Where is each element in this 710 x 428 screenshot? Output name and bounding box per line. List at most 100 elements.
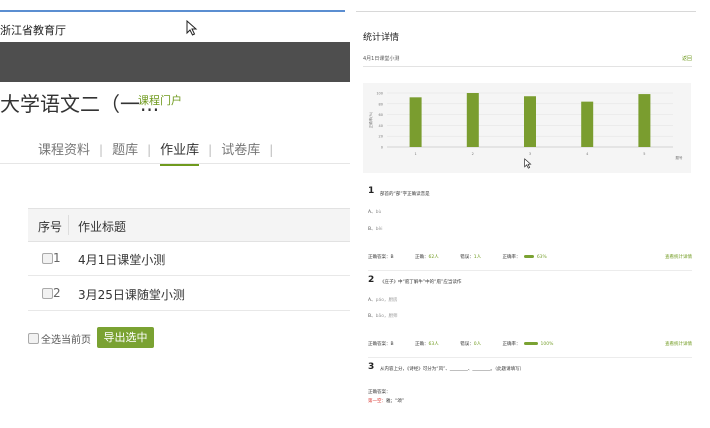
option-a: A、bù bbox=[368, 209, 381, 215]
rate-label: 正确率： bbox=[502, 342, 521, 347]
x-tick-label: 5 bbox=[643, 152, 645, 156]
y-axis-label: 正确率(%) bbox=[368, 111, 373, 128]
correct-count: 63人 bbox=[428, 342, 439, 347]
column-divider bbox=[68, 215, 69, 235]
bar bbox=[409, 97, 422, 147]
correct-label: 正确： bbox=[415, 255, 429, 260]
blank-answer-text: 雅；“颂” bbox=[386, 399, 405, 404]
bar bbox=[524, 96, 536, 147]
page-title: 统计详情 bbox=[363, 33, 400, 43]
x-tick-label: 2 bbox=[472, 152, 474, 156]
y-tick-label: 20 bbox=[379, 135, 383, 139]
select-page-checkbox[interactable] bbox=[28, 333, 39, 344]
bar bbox=[466, 93, 479, 147]
statistics-detail-panel: 统计详情 4月1日课堂小测 返回 0 20 40 60 80 100 正确率(%) 1 2 3 4 5… bbox=[356, 0, 710, 428]
option-text: páo，厨房 bbox=[375, 298, 398, 303]
row-index: 1 bbox=[53, 251, 61, 265]
browser-top-line bbox=[0, 10, 345, 12]
wrong-label: 错误： bbox=[460, 255, 474, 260]
blank-label: 第一空： bbox=[368, 399, 386, 404]
select-page-label: 全选当前页 bbox=[41, 335, 91, 346]
correct-count: 62人 bbox=[428, 255, 439, 260]
option-a: A、páo，厨房 bbox=[368, 297, 397, 303]
tab-separator: | bbox=[99, 143, 104, 157]
correct-answer-label: 正确答案： bbox=[368, 390, 391, 395]
option-text: bèi bbox=[375, 227, 383, 232]
correct-label: 正确： bbox=[415, 342, 429, 347]
option-text: bù bbox=[375, 210, 382, 215]
organization-name: 浙江省教育厅 bbox=[0, 24, 66, 37]
x-axis-label: 题号 bbox=[676, 155, 684, 160]
table-row: 2 3月25日课随堂小测 bbox=[28, 276, 350, 311]
bar bbox=[581, 101, 594, 147]
rate-progress-bar bbox=[523, 342, 538, 345]
question-divider bbox=[368, 357, 692, 358]
tab-course-materials[interactable]: 课程资料 bbox=[38, 139, 90, 158]
y-tick-label: 0 bbox=[381, 146, 383, 150]
column-header-title: 作业标题 bbox=[78, 220, 127, 234]
library-tabs: 课程资料 | 题库 | 作业库 | 试卷库 | bbox=[38, 139, 282, 166]
table-header: 序号 作业标题 bbox=[28, 208, 350, 242]
x-tick-label: 3 bbox=[529, 152, 531, 156]
question-text: 从内容上分，《诗经》可分为“风”、________、________。（此题请填… bbox=[380, 367, 525, 372]
option-letter: A、 bbox=[368, 210, 376, 215]
tabs-divider bbox=[0, 163, 350, 164]
question-number: 3 bbox=[368, 362, 375, 372]
tab-homework-library[interactable]: 作业库 bbox=[160, 139, 200, 166]
bar bbox=[638, 94, 651, 147]
x-tick-label: 1 bbox=[414, 152, 416, 156]
question-divider bbox=[368, 270, 692, 271]
wrong-label: 错误： bbox=[460, 342, 474, 347]
wrong-count: 1人 bbox=[473, 255, 482, 260]
y-tick-label: 80 bbox=[379, 102, 383, 106]
table-row: 1 4月1日课堂小测 bbox=[28, 241, 350, 276]
tab-question-bank[interactable]: 题库 bbox=[112, 139, 138, 158]
homework-library-panel: 浙江省教育厅 大学语文二（一... 课程门户 课程资料 | 题库 | 作业库 | 试卷库 | … bbox=[0, 0, 350, 428]
question-stats: 正确答案：B 正确：63人 错误：0人 正确率： 100% 查看统计详情 bbox=[368, 341, 692, 351]
y-tick-label: 100 bbox=[376, 92, 383, 96]
quiz-name: 4月1日课堂小测 bbox=[363, 56, 400, 62]
option-b: B、bāo，厨师 bbox=[368, 313, 397, 319]
mouse-cursor-icon bbox=[524, 158, 532, 169]
tab-separator: | bbox=[147, 143, 152, 157]
correct-answer: 正确答案：B bbox=[368, 255, 394, 260]
tab-exam-library[interactable]: 试卷库 bbox=[221, 139, 260, 158]
option-letter: B、 bbox=[368, 314, 376, 319]
export-selected-button[interactable]: 导出选中 bbox=[97, 327, 154, 348]
tab-separator: | bbox=[208, 143, 213, 157]
row-index: 2 bbox=[53, 286, 61, 300]
wrong-count: 0人 bbox=[473, 342, 482, 347]
option-letter: A、 bbox=[368, 298, 376, 303]
option-text: bāo，厨师 bbox=[375, 314, 398, 319]
back-link[interactable]: 返回 bbox=[682, 55, 692, 62]
view-stats-detail-link[interactable]: 查看统计详情 bbox=[665, 254, 692, 260]
mouse-cursor-icon bbox=[186, 20, 198, 36]
course-portal-link[interactable]: 课程门户 bbox=[138, 92, 182, 108]
view-stats-detail-link[interactable]: 查看统计详情 bbox=[665, 341, 692, 347]
y-tick-label: 60 bbox=[379, 113, 383, 117]
row-checkbox[interactable] bbox=[42, 253, 53, 264]
rate-value: 63% bbox=[536, 255, 547, 260]
homework-title[interactable]: 4月1日课堂小测 bbox=[78, 251, 165, 268]
correct-answer: 正确答案：B bbox=[368, 342, 394, 347]
question-number: 1 bbox=[368, 186, 375, 196]
rate-progress-bar bbox=[523, 255, 534, 258]
x-tick-label: 4 bbox=[586, 152, 589, 156]
homework-title[interactable]: 3月25日课随堂小测 bbox=[78, 286, 185, 303]
course-title: 大学语文二（一... bbox=[0, 92, 160, 116]
blank-answer: 第一空：雅；“颂” bbox=[368, 398, 404, 404]
question-number: 2 bbox=[368, 275, 375, 285]
option-b: B、bèi bbox=[368, 226, 382, 232]
title-divider bbox=[363, 66, 692, 67]
question-text: 部首的“部”字正确读音是 bbox=[380, 192, 430, 197]
question-stats: 正确答案：B 正确：62人 错误：1人 正确率： 63% 查看统计详情 bbox=[368, 254, 692, 264]
row-checkbox[interactable] bbox=[42, 288, 53, 299]
header-bar bbox=[0, 42, 350, 82]
y-tick-label: 40 bbox=[379, 124, 383, 128]
rate-label: 正确率： bbox=[502, 255, 521, 260]
rate-value: 100% bbox=[540, 342, 554, 347]
column-header-index: 序号 bbox=[38, 220, 63, 234]
option-letter: B、 bbox=[368, 227, 376, 232]
tab-separator: | bbox=[269, 143, 274, 157]
question-text: 《庄子》中“庖丁解牛”中的“庖”应当读作 bbox=[380, 280, 462, 285]
